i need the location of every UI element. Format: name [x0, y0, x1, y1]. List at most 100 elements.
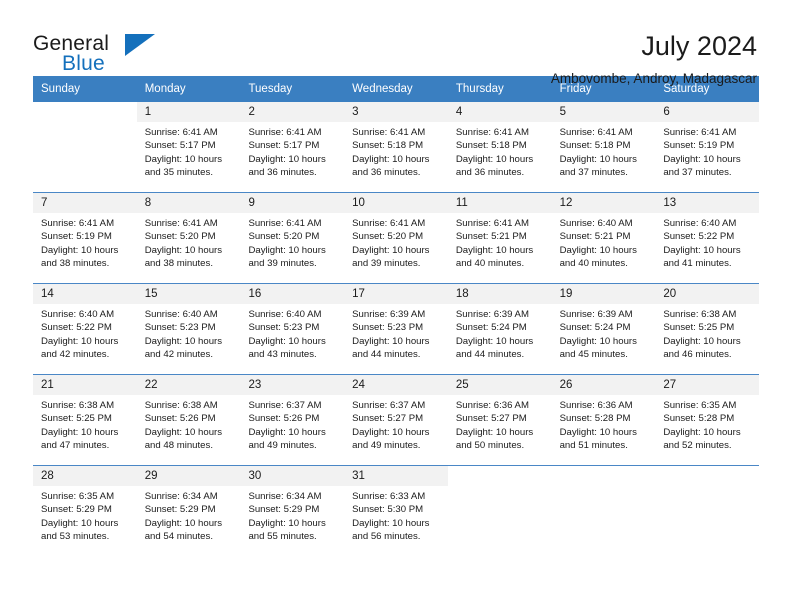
sunrise-text: Sunrise: 6:39 AM [455, 309, 529, 320]
day-number: 14 [33, 284, 137, 304]
calendar-week-row: 21 Sunrise: 6:38 AM Sunset: 5:25 PM Dayligh… [33, 374, 760, 465]
sunrise-text: Sunrise: 6:40 AM [663, 218, 737, 229]
calendar-day-cell[interactable]: 26 Sunrise: 6:36 AM Sunset: 5:28 PM Dayligh… [551, 375, 656, 465]
sunrise-text: Sunrise: 6:41 AM [352, 218, 426, 229]
calendar-weeks: 1 Sunrise: 6:41 AM Sunset: 5:17 PM Daylight… [33, 102, 760, 556]
sunrise-text: Sunrise: 6:39 AM [559, 309, 633, 320]
day-number [551, 466, 656, 486]
day-info: Sunrise: 6:39 AM Sunset: 5:24 PM Daylight:… [552, 304, 656, 362]
daylight-text-line1: Daylight: 10 hours [559, 244, 637, 256]
day-number: 10 [344, 193, 448, 213]
weekday-header-tuesday: Tuesday [248, 83, 293, 95]
sunrise-text: Sunrise: 6:38 AM [41, 400, 115, 411]
calendar-week-row: 1 Sunrise: 6:41 AM Sunset: 5:17 PM Daylight… [33, 102, 760, 192]
day-number: 8 [136, 193, 241, 213]
daylight-text-line1: Daylight: 10 hours [455, 335, 534, 347]
calendar-day-cell[interactable]: 14 Sunrise: 6:40 AM Sunset: 5:22 PM Dayligh… [33, 284, 137, 374]
sunrise-text: Sunrise: 6:33 AM [352, 491, 426, 502]
daylight-text-line2: and 51 minutes. [559, 440, 628, 452]
daylight-text-line2: and 45 minutes. [559, 349, 628, 361]
calendar-day-cell[interactable]: 15 Sunrise: 6:40 AM Sunset: 5:23 PM Dayligh… [136, 284, 241, 374]
calendar-day-cell[interactable]: 2 Sunrise: 6:41 AM Sunset: 5:17 PM Daylight… [240, 102, 345, 192]
calendar-day-cell[interactable]: 12 Sunrise: 6:40 AM Sunset: 5:21 PM Dayligh… [551, 193, 656, 283]
daylight-text-line2: and 48 minutes. [144, 440, 213, 452]
day-number: 26 [551, 375, 656, 395]
calendar-day-cell[interactable]: 29 Sunrise: 6:34 AM Sunset: 5:29 PM Dayligh… [136, 466, 241, 556]
daylight-text-line1: Daylight: 10 hours [455, 426, 534, 438]
calendar-day-cell[interactable]: 7 Sunrise: 6:41 AM Sunset: 5:19 PM Daylight… [33, 193, 137, 283]
calendar-day-cell[interactable]: 19 Sunrise: 6:39 AM Sunset: 5:24 PM Dayligh… [551, 284, 656, 374]
day-info: Sunrise: 6:41 AM Sunset: 5:18 PM Daylight:… [344, 122, 448, 180]
calendar-day-cell[interactable]: 27 Sunrise: 6:35 AM Sunset: 5:28 PM Dayligh… [655, 375, 760, 465]
sunrise-text: Sunrise: 6:36 AM [455, 400, 529, 411]
sunset-text: Sunset: 5:21 PM [559, 231, 631, 243]
day-info: Sunrise: 6:41 AM Sunset: 5:21 PM Daylight:… [448, 213, 552, 271]
day-info: Sunrise: 6:36 AM Sunset: 5:28 PM Daylight:… [552, 395, 656, 453]
brand-logo[interactable]: General Blue [33, 30, 193, 80]
sunset-text: Sunset: 5:19 PM [41, 231, 112, 243]
calendar-day-cell[interactable]: 16 Sunrise: 6:40 AM Sunset: 5:23 PM Dayligh… [240, 284, 345, 374]
day-number: 1 [136, 102, 241, 122]
calendar-week-row: 7 Sunrise: 6:41 AM Sunset: 5:19 PM Daylight… [33, 192, 760, 283]
sunrise-text: Sunrise: 6:41 AM [144, 127, 218, 138]
day-info [552, 486, 656, 490]
day-info: Sunrise: 6:40 AM Sunset: 5:22 PM Daylight:… [655, 213, 759, 271]
day-number: 31 [344, 466, 448, 486]
calendar-day-cell[interactable]: 10 Sunrise: 6:41 AM Sunset: 5:20 PM Dayligh… [344, 193, 448, 283]
calendar-day-cell[interactable]: 13 Sunrise: 6:40 AM Sunset: 5:22 PM Dayligh… [655, 193, 760, 283]
calendar-day-cell[interactable]: 3 Sunrise: 6:41 AM Sunset: 5:18 PM Daylight… [344, 102, 448, 192]
daylight-text-line2: and 44 minutes. [455, 349, 525, 361]
calendar-day-cell[interactable]: 31 Sunrise: 6:33 AM Sunset: 5:30 PM Dayligh… [344, 466, 448, 556]
day-info [448, 486, 552, 490]
calendar-day-cell[interactable]: 23 Sunrise: 6:37 AM Sunset: 5:26 PM Dayligh… [240, 375, 345, 465]
daylight-text-line1: Daylight: 10 hours [41, 335, 119, 347]
calendar-day-cell[interactable]: 25 Sunrise: 6:36 AM Sunset: 5:27 PM Dayligh… [447, 375, 552, 465]
day-number: 23 [240, 375, 345, 395]
calendar-day-cell[interactable]: 21 Sunrise: 6:38 AM Sunset: 5:25 PM Dayligh… [33, 375, 137, 465]
weekday-header-thursday: Thursday [455, 83, 504, 95]
calendar-day-cell[interactable]: 22 Sunrise: 6:38 AM Sunset: 5:26 PM Dayligh… [136, 375, 241, 465]
day-number: 4 [447, 102, 552, 122]
calendar-day-cell[interactable]: 30 Sunrise: 6:34 AM Sunset: 5:29 PM Dayligh… [240, 466, 345, 556]
sunrise-text: Sunrise: 6:41 AM [248, 127, 322, 138]
daylight-text-line1: Daylight: 10 hours [41, 517, 119, 529]
sunrise-text: Sunrise: 6:37 AM [248, 400, 322, 411]
sunset-text: Sunset: 5:28 PM [663, 413, 735, 425]
calendar-day-cell-empty [655, 466, 760, 556]
sunset-text: Sunset: 5:21 PM [455, 231, 527, 243]
calendar-day-cell[interactable]: 28 Sunrise: 6:35 AM Sunset: 5:29 PM Dayligh… [33, 466, 137, 556]
calendar-day-cell[interactable]: 20 Sunrise: 6:38 AM Sunset: 5:25 PM Dayligh… [655, 284, 760, 374]
daylight-text-line2: and 50 minutes. [455, 440, 525, 452]
calendar-day-cell[interactable]: 17 Sunrise: 6:39 AM Sunset: 5:23 PM Dayligh… [344, 284, 448, 374]
day-info: Sunrise: 6:35 AM Sunset: 5:29 PM Daylight:… [33, 486, 137, 544]
sunset-text: Sunset: 5:26 PM [144, 413, 216, 425]
calendar-day-cell[interactable]: 5 Sunrise: 6:41 AM Sunset: 5:18 PM Daylight… [551, 102, 656, 192]
sunrise-text: Sunrise: 6:34 AM [248, 491, 322, 502]
calendar-day-cell[interactable]: 8 Sunrise: 6:41 AM Sunset: 5:20 PM Daylight… [136, 193, 241, 283]
calendar-day-cell[interactable]: 4 Sunrise: 6:41 AM Sunset: 5:18 PM Daylight… [447, 102, 552, 192]
calendar-day-cell[interactable]: 1 Sunrise: 6:41 AM Sunset: 5:17 PM Daylight… [136, 102, 241, 192]
daylight-text-line2: and 55 minutes. [248, 531, 317, 543]
day-number: 24 [344, 375, 448, 395]
day-info: Sunrise: 6:41 AM Sunset: 5:19 PM Daylight:… [33, 213, 137, 271]
day-info: Sunrise: 6:39 AM Sunset: 5:23 PM Daylight:… [344, 304, 448, 362]
daylight-text-line2: and 53 minutes. [41, 531, 110, 543]
daylight-text-line2: and 36 minutes. [455, 167, 525, 179]
calendar-day-cell[interactable]: 24 Sunrise: 6:37 AM Sunset: 5:27 PM Dayligh… [344, 375, 448, 465]
calendar-day-cell[interactable]: 18 Sunrise: 6:39 AM Sunset: 5:24 PM Dayligh… [447, 284, 552, 374]
daylight-text-line2: and 36 minutes. [352, 167, 421, 179]
daylight-text-line1: Daylight: 10 hours [455, 244, 534, 256]
sunrise-text: Sunrise: 6:36 AM [559, 400, 633, 411]
sunrise-text: Sunrise: 6:40 AM [41, 309, 115, 320]
calendar-day-cell-empty [551, 466, 656, 556]
daylight-text-line2: and 46 minutes. [663, 349, 732, 361]
daylight-text-line1: Daylight: 10 hours [559, 426, 637, 438]
sunset-text: Sunset: 5:29 PM [41, 504, 112, 516]
daylight-text-line1: Daylight: 10 hours [41, 426, 119, 438]
calendar-day-cell[interactable]: 11 Sunrise: 6:41 AM Sunset: 5:21 PM Dayligh… [447, 193, 552, 283]
day-number: 5 [551, 102, 656, 122]
calendar-day-cell[interactable]: 6 Sunrise: 6:41 AM Sunset: 5:19 PM Daylight… [655, 102, 760, 192]
daylight-text-line2: and 37 minutes. [559, 167, 628, 179]
day-number: 3 [344, 102, 448, 122]
calendar-day-cell[interactable]: 9 Sunrise: 6:41 AM Sunset: 5:20 PM Daylight… [240, 193, 345, 283]
